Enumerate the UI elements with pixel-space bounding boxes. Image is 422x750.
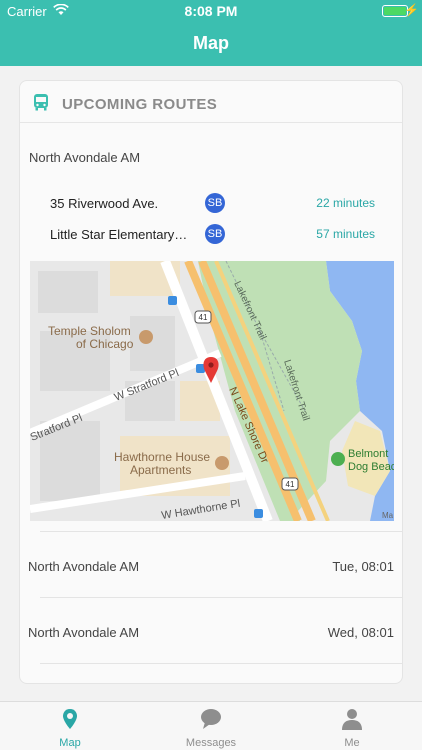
stop-row[interactable]: Little Star Elementary School SB 57 minu… [20,224,402,246]
route-name[interactable]: North Avondale AM [29,150,140,165]
stop-badge: SB [205,193,225,213]
route-map[interactable]: 41 41 Lakefront Trail Lakefront Trail Te… [30,261,394,521]
tab-label: Messages [185,737,237,749]
app-header: Carrier 8:08 PM ⚡ Map [0,0,422,66]
stop-eta: 57 minutes [316,227,375,241]
upcoming-routes-card: UPCOMING ROUTES North Avondale AM 35 Riv… [19,80,403,684]
schedule-row[interactable]: North Avondale AM Tue, 08:01 [20,531,402,597]
map-attribution: Ma [382,511,394,520]
tab-label: Map [59,737,81,749]
schedule-row[interactable]: North Avondale AM Wed, 08:01 [20,597,402,663]
charging-icon: ⚡ [404,3,419,17]
row-divider [40,531,402,532]
map-label: Temple Sholom [48,324,131,338]
tab-messages[interactable]: Messages [141,702,281,750]
card-title: UPCOMING ROUTES [62,96,218,113]
row-divider [40,597,402,598]
bus-icon [34,94,48,111]
stop-row[interactable]: 35 Riverwood Ave. SB 22 minutes [20,193,402,215]
map-label: of Chicago [76,337,134,351]
schedule-time: Wed, 08:01 [327,625,394,640]
tab-bar: Map Messages Me [0,701,422,750]
page-title: Map [193,33,229,53]
stop-name: Little Star Elementary School [50,227,190,242]
status-bar: Carrier 8:08 PM ⚡ [0,0,422,22]
status-time: 8:08 PM [184,3,238,19]
tab-map[interactable]: Map [0,702,140,750]
person-icon [342,709,362,730]
chat-bubble-icon [201,709,221,729]
card-header: UPCOMING ROUTES [20,81,402,123]
map-label: Dog Beac [348,461,394,473]
map-label: Apartments [130,463,191,477]
stop-badge: SB [205,224,225,244]
route-shield-label: 41 [286,480,295,489]
route-shield-label: 41 [199,313,208,322]
tab-me[interactable]: Me [282,702,422,750]
stop-name: 35 Riverwood Ave. [50,196,159,211]
row-divider [40,663,402,664]
schedule-route-name: North Avondale AM [28,559,140,574]
map-label: Belmont [348,448,388,460]
schedule-time: Tue, 08:01 [332,559,394,574]
tab-label: Me [344,737,360,749]
schedule-route-name: North Avondale AM [28,625,140,640]
map-pin-icon [63,709,77,729]
schedule-row-partial [20,663,402,683]
stop-eta: 22 minutes [316,196,375,210]
map-label: Hawthorne House [114,450,210,464]
